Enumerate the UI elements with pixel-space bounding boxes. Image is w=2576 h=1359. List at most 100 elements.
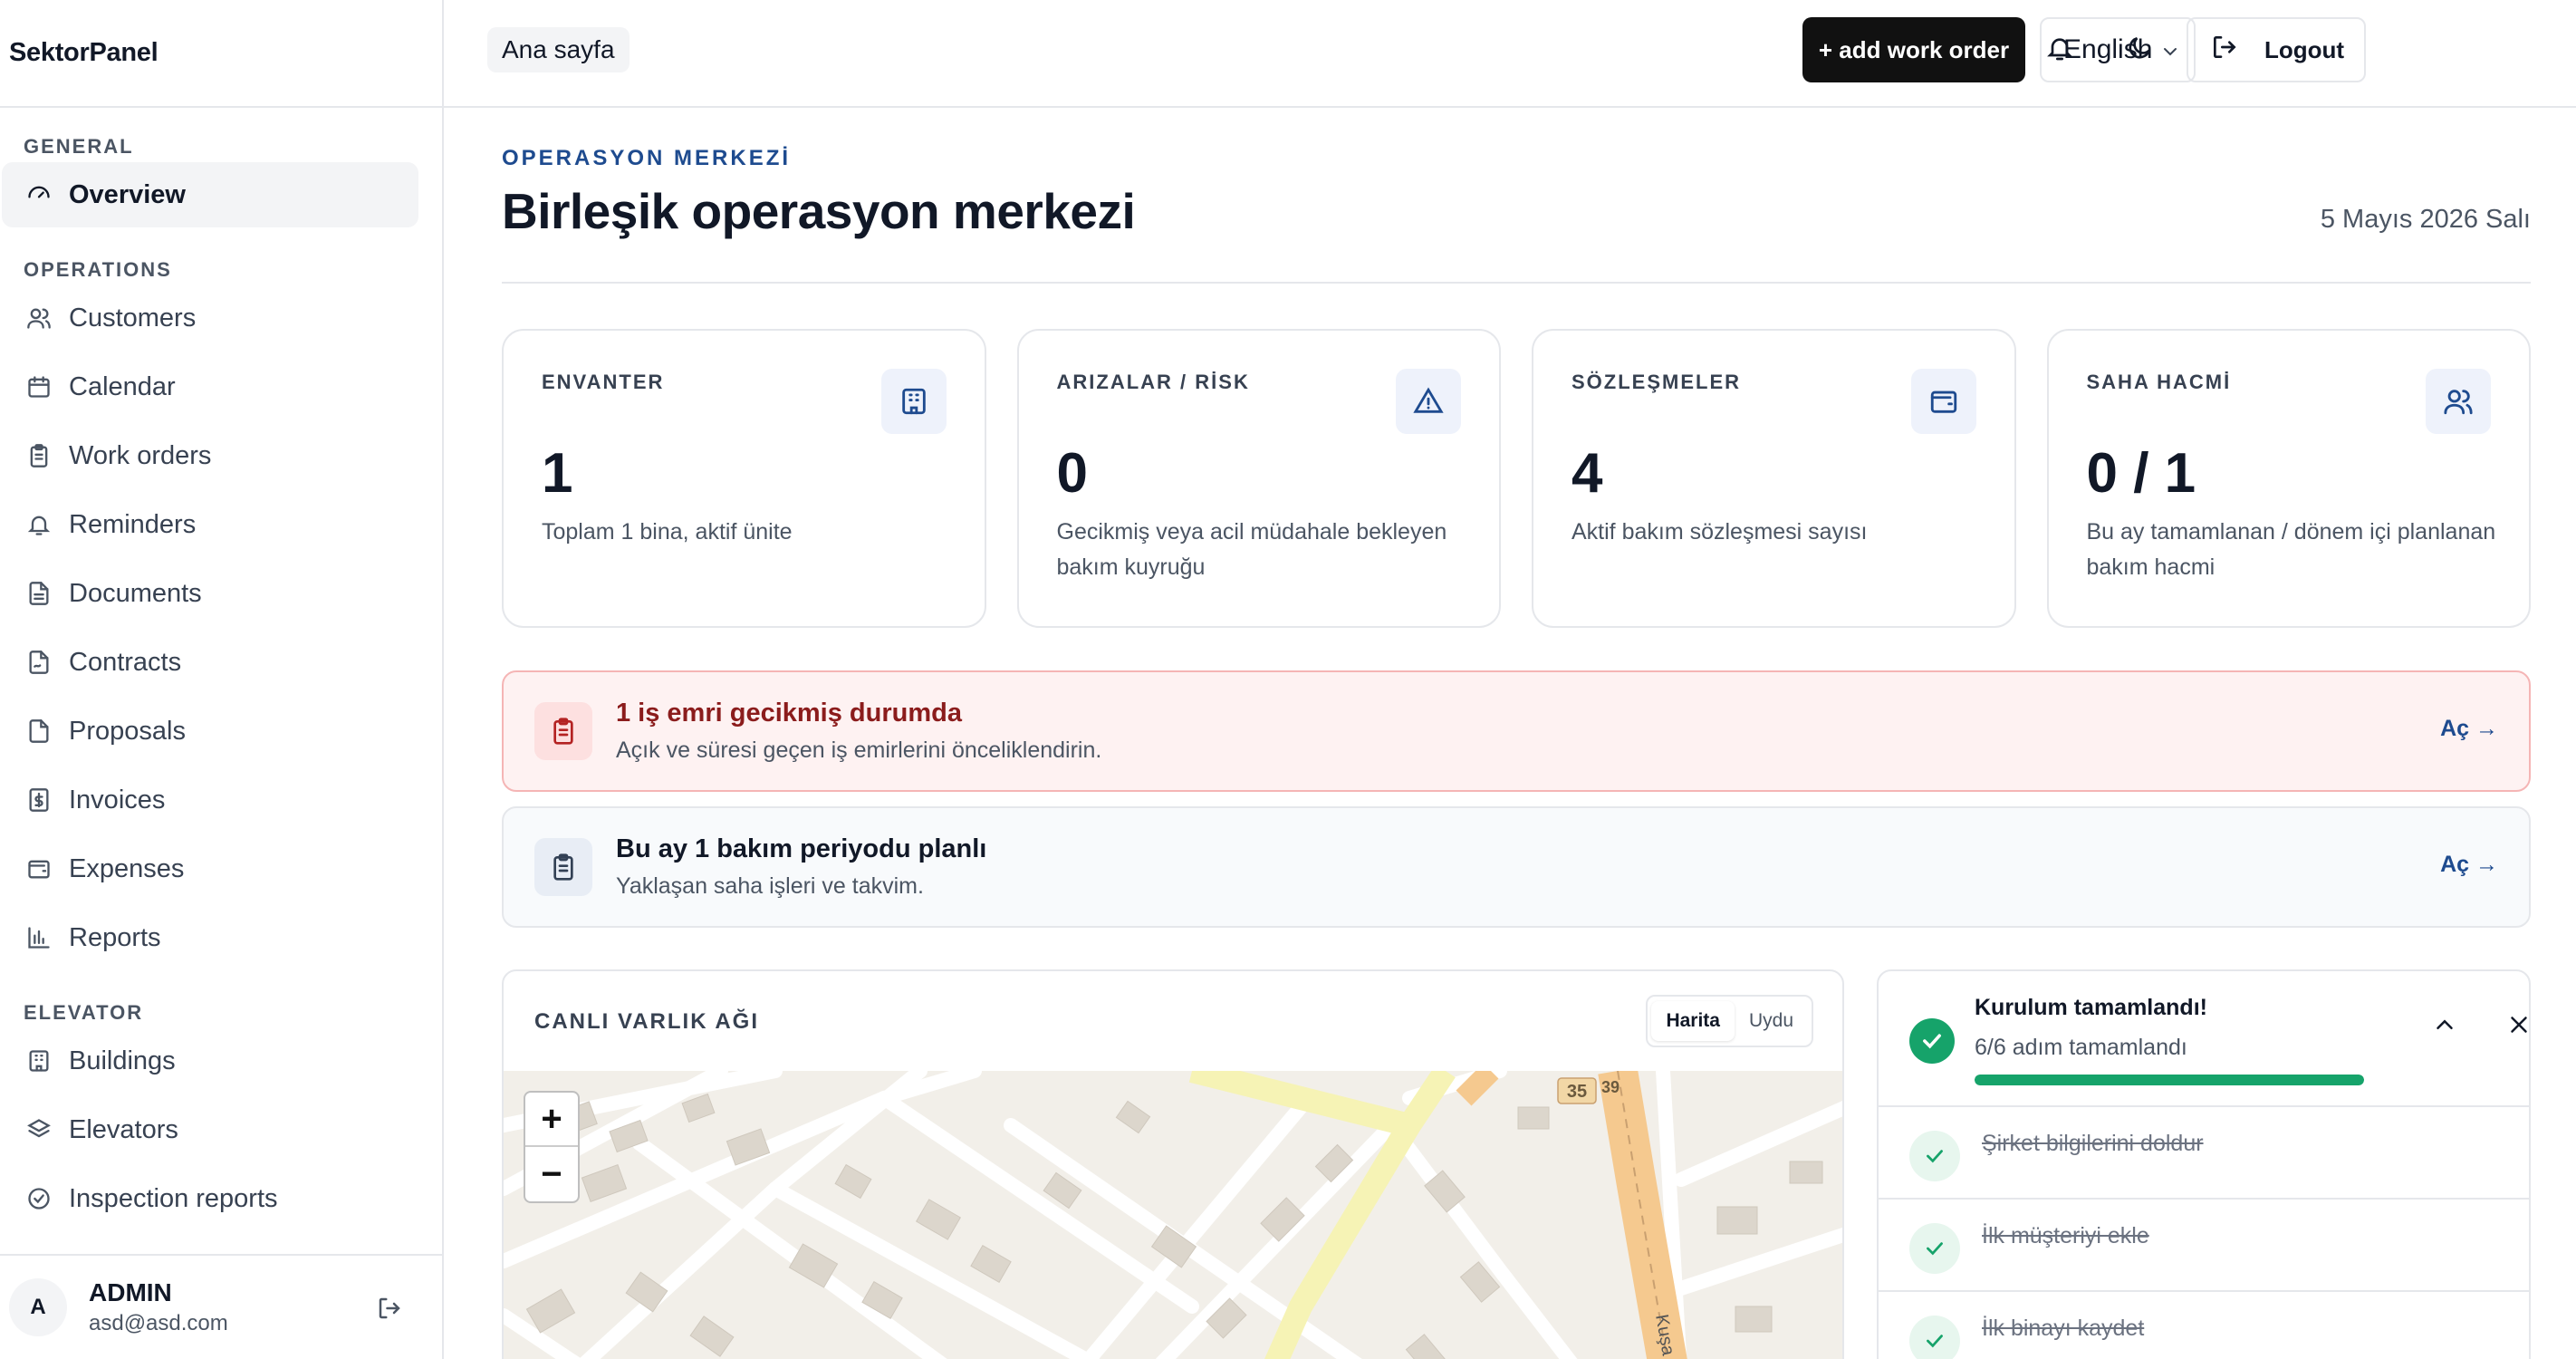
sidebar-item-proposals[interactable]: Proposals bbox=[2, 699, 418, 764]
zoom-out-button[interactable]: − bbox=[525, 1147, 578, 1201]
sidebar-item-expenses[interactable]: Expenses bbox=[2, 836, 418, 901]
check-icon bbox=[1909, 1223, 1960, 1274]
nav-section-elevator: ELEVATOR bbox=[24, 1001, 144, 1024]
notifications-button[interactable] bbox=[2027, 17, 2092, 82]
setup-checklist-card: Kurulum tamamlandı! 6/6 adım tamamlandı … bbox=[1877, 969, 2531, 1359]
add-work-order-button[interactable]: + add work order bbox=[1802, 17, 2025, 82]
layers-icon bbox=[24, 1114, 54, 1145]
kpi-card-contracts[interactable]: SÖZLEŞMELER 4 Aktif bakım sözleşmesi say… bbox=[1532, 329, 2016, 628]
map-zoom-control: + − bbox=[524, 1091, 580, 1203]
check-icon bbox=[1909, 1018, 1955, 1064]
sidebar-item-label: Reminders bbox=[69, 509, 197, 539]
sidebar-item-overview[interactable]: Overview bbox=[2, 162, 418, 227]
sidebar-item-label: Reports bbox=[69, 922, 161, 952]
wallet-icon bbox=[1910, 369, 1976, 434]
kpi-description: Toplam 1 bina, aktif ünite bbox=[542, 519, 793, 545]
moon-icon bbox=[2125, 34, 2154, 67]
map-tiles: 35 39 Kuşa bbox=[504, 1071, 1842, 1359]
brand-logo[interactable]: SektorPanel bbox=[0, 0, 442, 108]
users-icon bbox=[2426, 369, 2491, 434]
kpi-value: 0 / 1 bbox=[2086, 442, 2196, 505]
file-icon bbox=[24, 578, 54, 609]
check-circle-icon bbox=[24, 1183, 54, 1214]
sidebar-item-label: Calendar bbox=[69, 371, 176, 401]
sidebar-item-reminders[interactable]: Reminders bbox=[2, 492, 418, 557]
file-signature-icon bbox=[24, 647, 54, 678]
clipboard-icon bbox=[534, 702, 592, 760]
setup-step[interactable]: Şirket bilgilerini doldur bbox=[1879, 1107, 2529, 1200]
close-icon[interactable] bbox=[2505, 1011, 2529, 1043]
sidebar-item-label: Elevators bbox=[69, 1114, 178, 1144]
sidebar-item-label: Contracts bbox=[69, 647, 182, 677]
kpi-description: Gecikmiş veya acil müdahale bekleyen bak… bbox=[1056, 519, 1447, 580]
file-dollar-icon bbox=[24, 785, 54, 815]
chevron-up-icon[interactable] bbox=[2431, 1011, 2458, 1043]
clipboard-icon bbox=[24, 440, 54, 471]
users-icon bbox=[24, 303, 54, 333]
sidebar-item-work-orders[interactable]: Work orders bbox=[2, 423, 418, 488]
setup-progress-fill bbox=[1975, 1075, 2364, 1085]
sidebar-item-label: Buildings bbox=[69, 1046, 176, 1075]
setup-header: Kurulum tamamlandı! 6/6 adım tamamlandı bbox=[1879, 971, 2529, 1107]
sidebar-item-label: Expenses bbox=[69, 853, 185, 883]
current-date: 5 Mayıs 2026 Salı bbox=[2320, 205, 2531, 234]
zoom-in-button[interactable]: + bbox=[525, 1093, 578, 1147]
kpi-card-field-volume[interactable]: SAHA HACMİ 0 / 1 Bu ay tamamlanan / döne… bbox=[2046, 329, 2531, 628]
sidebar-item-invoices[interactable]: Invoices bbox=[2, 767, 418, 833]
sidebar-item-label: Customers bbox=[69, 303, 197, 333]
alert-text: 1 iş emri gecikmiş durumda Açık ve süres… bbox=[616, 699, 1101, 764]
alert-subtitle: Yaklaşan saha işleri ve takvim. bbox=[616, 873, 924, 899]
map-canvas[interactable]: 35 39 Kuşa + − bbox=[504, 1071, 1842, 1359]
sidebar-item-inspection-reports[interactable]: Inspection reports bbox=[2, 1166, 418, 1231]
page-title: Birleşik operasyon merkezi bbox=[502, 183, 1136, 239]
setup-progress-text: 6/6 adım tamamlandı bbox=[1975, 1035, 2187, 1060]
setup-step[interactable]: İlk binayı kaydet bbox=[1879, 1292, 2529, 1359]
sidebar-item-reports[interactable]: Reports bbox=[2, 905, 418, 970]
user-email: asd@asd.com bbox=[89, 1311, 228, 1335]
user-meta: ADMIN asd@asd.com bbox=[89, 1278, 228, 1336]
setup-step[interactable]: İlk müşteriyi ekle bbox=[1879, 1200, 2529, 1292]
open-link[interactable]: Aç → bbox=[2440, 852, 2498, 878]
maintenance-alert[interactable]: Bu ay 1 bakım periyodu planlı Yaklaşan s… bbox=[502, 806, 2531, 928]
road-label-39: 39 bbox=[1601, 1078, 1620, 1096]
warning-icon bbox=[1396, 369, 1461, 434]
kpi-description: Aktif bakım sözleşmesi sayısı bbox=[1572, 519, 1868, 545]
sidebar-item-calendar[interactable]: Calendar bbox=[2, 354, 418, 419]
setup-title: Kurulum tamamlandı! bbox=[1975, 995, 2207, 1020]
sidebar-item-elevators[interactable]: Elevators bbox=[2, 1097, 418, 1162]
kpi-row: ENVANTER 1 Toplam 1 bina, aktif ünite AR… bbox=[502, 329, 2531, 628]
alert-text: Bu ay 1 bakım periyodu planlı Yaklaşan s… bbox=[616, 834, 986, 900]
bell-icon bbox=[24, 509, 54, 540]
map-view-toggle: Harita Uydu bbox=[1646, 995, 1813, 1047]
bell-icon bbox=[2045, 34, 2074, 67]
sidebar-item-contracts[interactable]: Contracts bbox=[2, 630, 418, 695]
sidebar-item-buildings[interactable]: Buildings bbox=[2, 1028, 418, 1094]
sidebar-item-label: Inspection reports bbox=[69, 1183, 278, 1213]
nav-section-operations: OPERATIONS bbox=[24, 258, 172, 281]
road-label-35: 35 bbox=[1567, 1082, 1587, 1102]
breadcrumb[interactable]: Ana sayfa bbox=[487, 27, 630, 72]
theme-toggle-button[interactable] bbox=[2107, 17, 2172, 82]
avatar[interactable]: A bbox=[9, 1278, 67, 1336]
kpi-value: 4 bbox=[1572, 442, 1603, 505]
logout-label: Logout bbox=[2264, 35, 2345, 63]
file-text-icon bbox=[24, 716, 54, 747]
sidebar-item-documents[interactable]: Documents bbox=[2, 561, 418, 626]
overdue-alert[interactable]: 1 iş emri gecikmiş durumda Açık ve süres… bbox=[502, 670, 2531, 792]
kpi-card-inventory[interactable]: ENVANTER 1 Toplam 1 bina, aktif ünite bbox=[502, 329, 986, 628]
kpi-value: 0 bbox=[1056, 442, 1088, 505]
user-name: ADMIN bbox=[89, 1278, 172, 1306]
sidebar-item-customers[interactable]: Customers bbox=[2, 285, 418, 351]
check-icon bbox=[1909, 1131, 1960, 1181]
sign-out-icon[interactable] bbox=[371, 1290, 408, 1326]
map-option-satellite[interactable]: Uydu bbox=[1735, 1001, 1808, 1041]
asset-map-card: CANLI VARLIK AĞI Harita Uydu 35 39 Kuşa … bbox=[502, 969, 1844, 1359]
map-header: CANLI VARLIK AĞI Harita Uydu bbox=[504, 971, 1842, 1071]
sign-out-icon bbox=[2210, 33, 2239, 68]
logout-button[interactable]: Logout bbox=[2187, 17, 2366, 82]
kpi-card-faults[interactable]: ARIZALAR / RİSK 0 Gecikmiş veya acil müd… bbox=[1016, 329, 1501, 628]
open-link[interactable]: Aç → bbox=[2440, 716, 2498, 742]
map-title: CANLI VARLIK AĞI bbox=[534, 1009, 759, 1034]
map-option-map[interactable]: Harita bbox=[1651, 1001, 1735, 1041]
check-icon bbox=[1909, 1316, 1960, 1359]
